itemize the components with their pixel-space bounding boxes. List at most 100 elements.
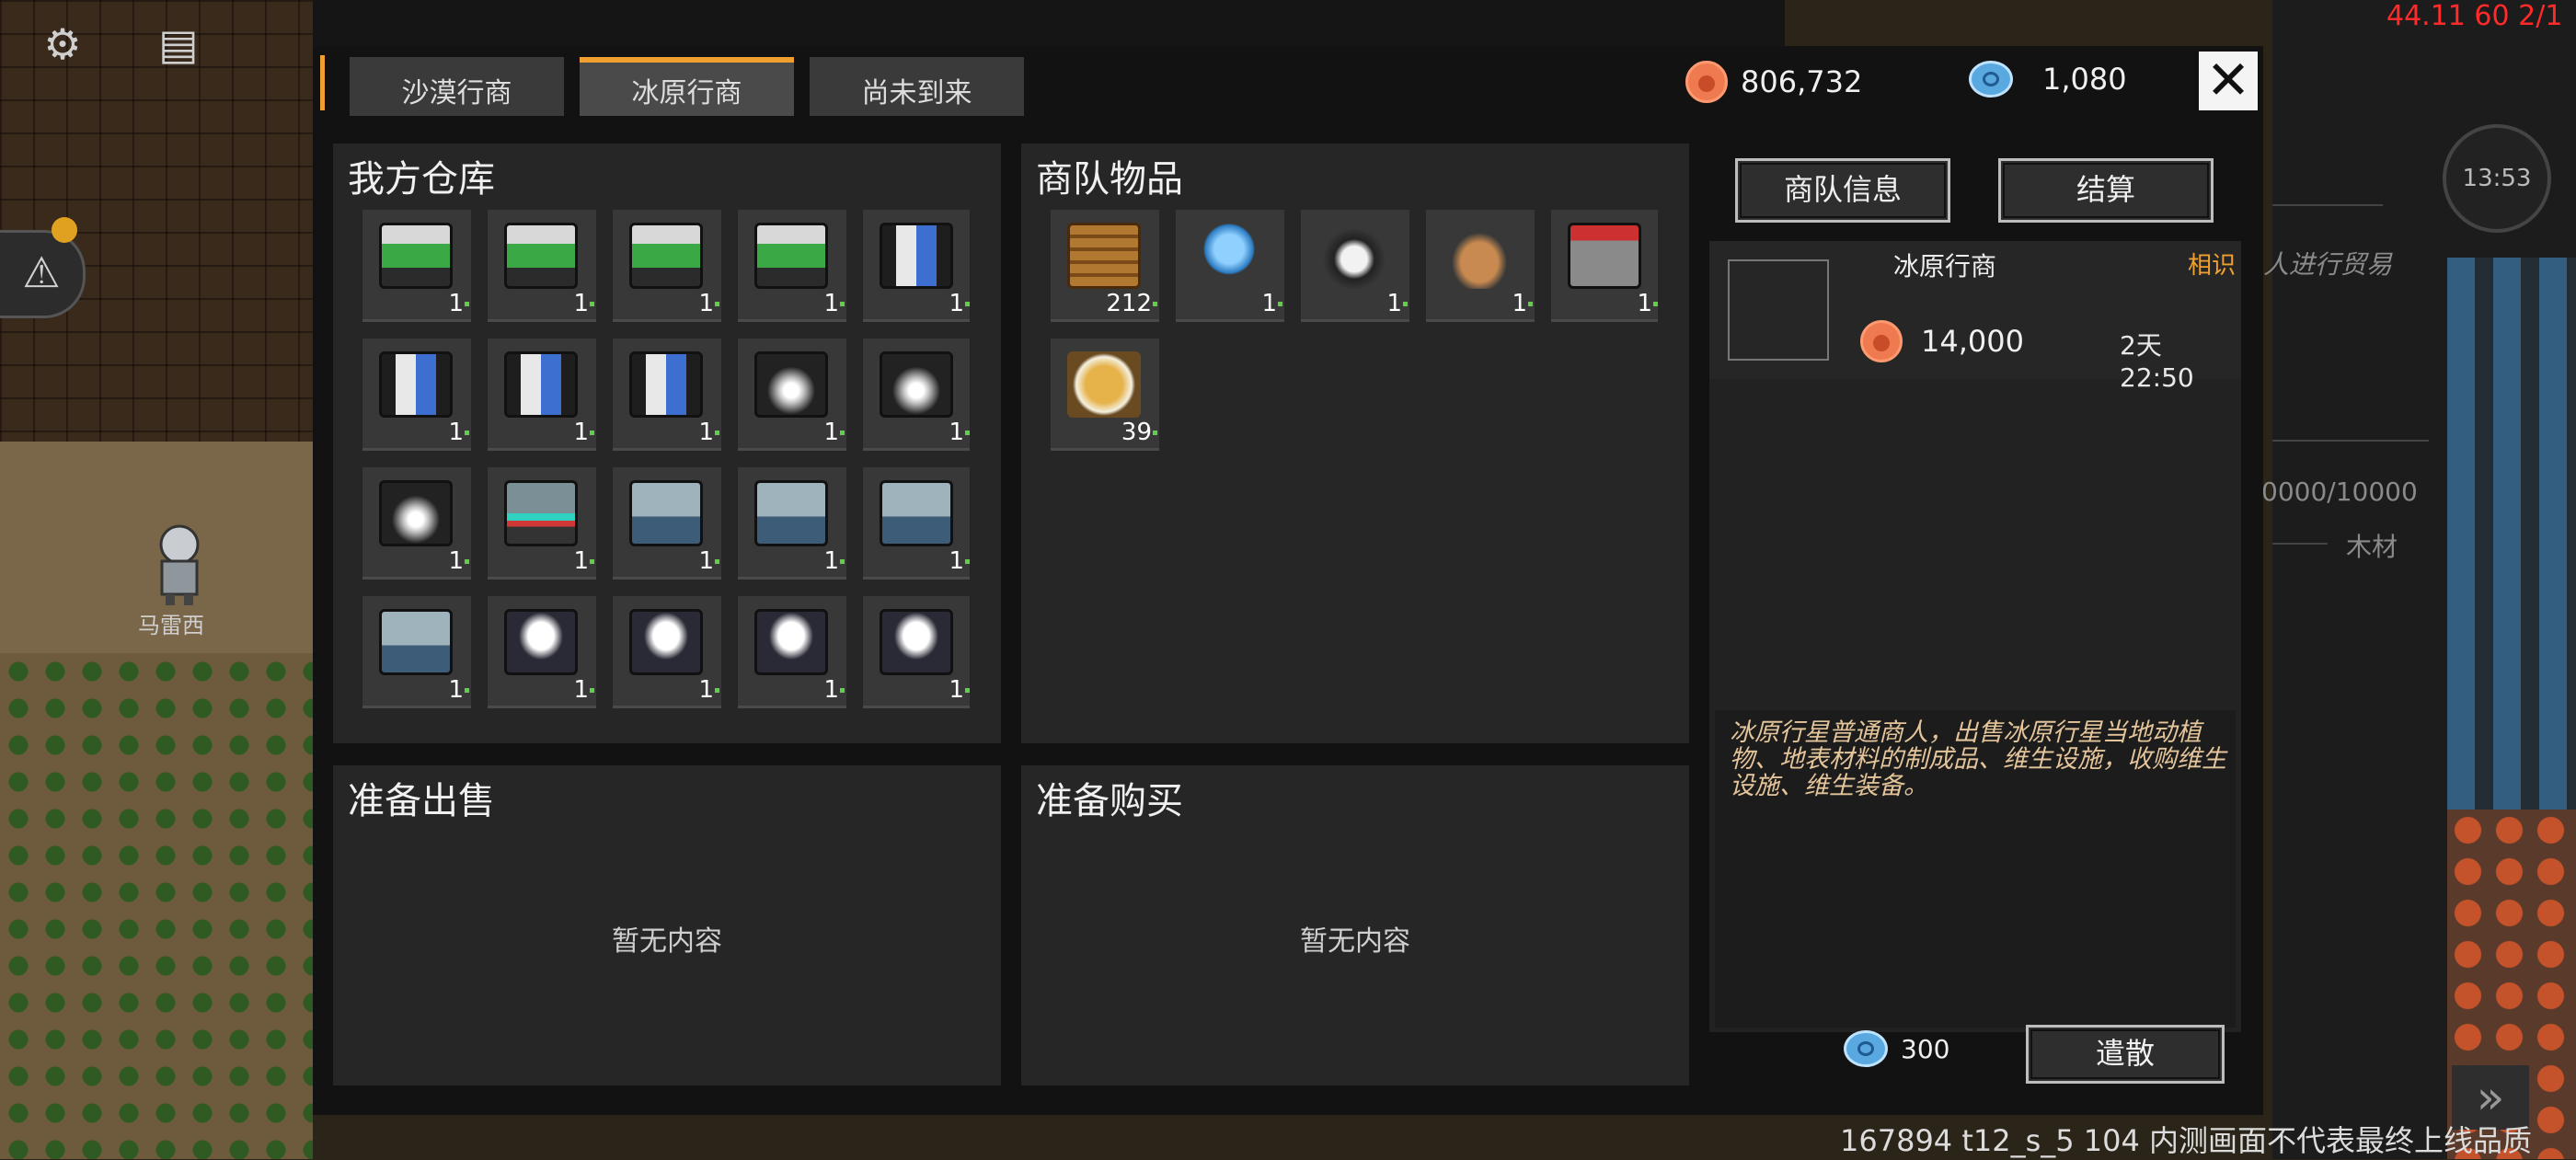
quality-pip: [715, 688, 719, 693]
silver-amount: 806,732: [1741, 64, 1863, 99]
locker-icon: [629, 480, 703, 546]
warehouse-item-slot[interactable]: 1: [362, 339, 471, 451]
caravan-item-slot[interactable]: 39: [1051, 339, 1159, 451]
caravan-title: 商队物品: [1036, 158, 1183, 201]
item-quantity: 1: [573, 419, 589, 446]
caravan-info-button[interactable]: 商队信息: [1735, 158, 1950, 223]
settle-button[interactable]: 结算: [1998, 158, 2214, 223]
game-clock[interactable]: 13:53: [2443, 124, 2551, 233]
quality-pip: [590, 688, 594, 693]
item-quantity: 1: [1512, 290, 1527, 317]
item-quantity: 1: [1261, 290, 1277, 317]
gem-icon: [1969, 61, 2013, 98]
lamp-icon: [880, 609, 953, 675]
quality-pip: [590, 302, 594, 306]
item-quantity: 1: [448, 547, 464, 575]
warehouse-item-slot[interactable]: 1: [488, 339, 596, 451]
item-quantity: 212: [1106, 290, 1152, 317]
silver-display: 806,732: [1685, 61, 1862, 103]
food-icon: [1067, 351, 1141, 418]
trader-info-card: 冰原行商 相识 14,000 2天 22:50 冰原行星普通商人，出售冰原行星当…: [1709, 241, 2241, 1032]
med-icon: [504, 223, 578, 289]
caravan-item-slot[interactable]: 1: [1301, 210, 1409, 322]
locker-icon: [754, 480, 828, 546]
quality-pip: [465, 302, 469, 306]
warehouse-item-slot[interactable]: 1: [863, 467, 970, 580]
warehouse-item-slot[interactable]: 1: [863, 210, 970, 322]
bg-divider: [2272, 543, 2328, 545]
item-quantity: 1: [698, 547, 714, 575]
bg-text-trade: 人进行贸易: [2263, 249, 2393, 280]
tab-desert-trader[interactable]: 沙漠行商: [350, 57, 564, 116]
warehouse-item-slot[interactable]: 1: [488, 467, 596, 580]
crate-icon: [1067, 223, 1141, 289]
warehouse-item-slot[interactable]: 1: [863, 596, 970, 708]
console-icon: [504, 480, 578, 546]
dismiss-button[interactable]: 遣散: [2026, 1025, 2225, 1084]
warehouse-item-slot[interactable]: 1: [738, 596, 846, 708]
item-quantity: 1: [698, 676, 714, 704]
quality-pip: [590, 431, 594, 435]
lamp-icon: [629, 609, 703, 675]
tab-not-arrived[interactable]: 尚未到来: [810, 57, 1024, 116]
quality-pip: [465, 559, 469, 564]
warehouse-item-slot[interactable]: 1: [488, 210, 596, 322]
warehouse-grid: 1 1 1 1 1 1 1 1 1 1 1 1 1 1 1 1 1 1 1 1: [362, 210, 970, 725]
warehouse-item-slot[interactable]: 1: [488, 596, 596, 708]
warehouse-item-slot[interactable]: 1: [613, 467, 721, 580]
warehouse-item-slot[interactable]: 1: [613, 210, 721, 322]
bg-divider: [2272, 440, 2429, 442]
caravan-item-slot[interactable]: 1: [1426, 210, 1535, 322]
warehouse-item-slot[interactable]: 1: [863, 339, 970, 451]
caravan-item-slot[interactable]: 1: [1551, 210, 1658, 322]
gem-amount: 1,080: [2042, 62, 2127, 97]
buy-empty-text: 暂无内容: [1300, 925, 1410, 958]
warehouse-item-slot[interactable]: 1: [738, 467, 846, 580]
silver-coin-icon: [1685, 61, 1728, 103]
quality-pip: [840, 431, 845, 435]
sell-empty-text: 暂无内容: [612, 925, 722, 958]
mech-icon: [1568, 223, 1641, 289]
deer-icon: [1443, 223, 1516, 289]
turret-icon: [880, 351, 953, 418]
machine-rows: [2447, 258, 2576, 810]
quality-pip: [590, 559, 594, 564]
trader-name: 冰原行商: [1893, 251, 1997, 281]
trader-description: 冰原行星普通商人，出售冰原行星当地动植物、地表材料的制成品、维生设施，收购维生设…: [1730, 718, 2226, 800]
quality-pip: [840, 559, 845, 564]
warehouse-item-slot[interactable]: 1: [738, 339, 846, 451]
gear-icon[interactable]: ⚙: [37, 18, 88, 70]
quality-pip: [1403, 302, 1408, 306]
pawn-name: 马雷西: [138, 613, 204, 638]
warehouse-item-slot[interactable]: 1: [362, 596, 471, 708]
sell-panel: 准备出售 暂无内容: [333, 765, 1001, 1085]
item-quantity: 1: [448, 419, 464, 446]
caravan-panel: 商队物品 212 1 1 1 1 39: [1021, 144, 1689, 743]
caravan-item-slot[interactable]: 212: [1051, 210, 1159, 322]
med-icon: [754, 223, 828, 289]
warehouse-item-slot[interactable]: 1: [362, 210, 471, 322]
item-quantity: 1: [949, 676, 964, 704]
colonist-pawn[interactable]: [147, 524, 212, 607]
alert-badge: [52, 217, 77, 243]
caravan-item-slot[interactable]: 1: [1176, 210, 1284, 322]
warehouse-item-slot[interactable]: 1: [738, 210, 846, 322]
quality-pip: [715, 302, 719, 306]
warehouse-item-slot[interactable]: 1: [362, 467, 471, 580]
quality-pip: [965, 688, 970, 693]
close-button[interactable]: ✕: [2199, 52, 2258, 110]
crop-field: [0, 653, 313, 1159]
caravan-grid: 212 1 1 1 1 39: [1051, 210, 1658, 725]
chat-icon[interactable]: ▤: [153, 18, 204, 70]
item-quantity: 39: [1121, 419, 1152, 446]
trader-avatar: [1728, 259, 1829, 361]
tab-ice-trader[interactable]: 冰原行商: [580, 57, 794, 116]
warehouse-item-slot[interactable]: 1: [613, 339, 721, 451]
warehouse-item-slot[interactable]: 1: [613, 596, 721, 708]
quality-pip: [1653, 302, 1658, 306]
warning-icon[interactable]: ⚠: [0, 230, 86, 318]
gem-display: 1,080: [1969, 61, 2127, 98]
hud-top-bar: ⚙ ▤: [37, 18, 204, 70]
item-quantity: 1: [1386, 290, 1402, 317]
turret-icon: [754, 351, 828, 418]
